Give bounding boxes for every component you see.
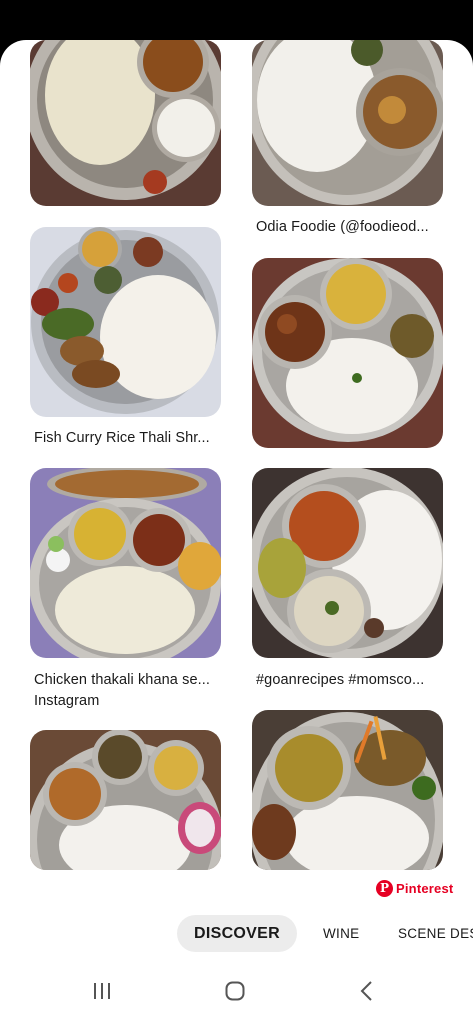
- pin-caption[interactable]: Chicken thakali khana se...: [34, 670, 210, 691]
- food-image-card[interactable]: [252, 40, 443, 206]
- results-sheet: Odia Foodie (@foodieod... Fish Curry Ric…: [0, 40, 473, 1024]
- food-image-card[interactable]: [252, 468, 443, 658]
- system-navigation-bar: [0, 955, 473, 1024]
- tab-wine[interactable]: WINE: [323, 915, 359, 952]
- recent-apps-icon[interactable]: [87, 978, 117, 1004]
- food-image-card[interactable]: [30, 468, 221, 658]
- pinterest-label: Pinterest: [396, 880, 454, 896]
- pin-caption[interactable]: Fish Curry Rice Thali Shr...: [34, 428, 210, 449]
- food-image-card[interactable]: [30, 227, 221, 417]
- pinterest-logo-icon: P: [376, 879, 393, 897]
- pin-caption[interactable]: Odia Foodie (@foodieod...: [256, 217, 429, 238]
- home-icon[interactable]: [220, 978, 250, 1004]
- back-icon[interactable]: [352, 978, 382, 1004]
- food-image-card[interactable]: [30, 40, 221, 206]
- tab-scene-desc[interactable]: SCENE DESC: [398, 915, 473, 952]
- pin-caption[interactable]: #goanrecipes #momsco...: [256, 670, 424, 691]
- category-tabs: DISCOVER WINE SCENE DESC: [0, 915, 473, 955]
- food-image-card[interactable]: [30, 730, 221, 870]
- food-image-card[interactable]: [252, 710, 443, 870]
- pinterest-attribution[interactable]: P Pinterest: [376, 878, 453, 898]
- pin-caption-line2[interactable]: Instagram: [34, 691, 99, 712]
- tab-discover[interactable]: DISCOVER: [177, 915, 297, 952]
- food-image-card[interactable]: [252, 258, 443, 448]
